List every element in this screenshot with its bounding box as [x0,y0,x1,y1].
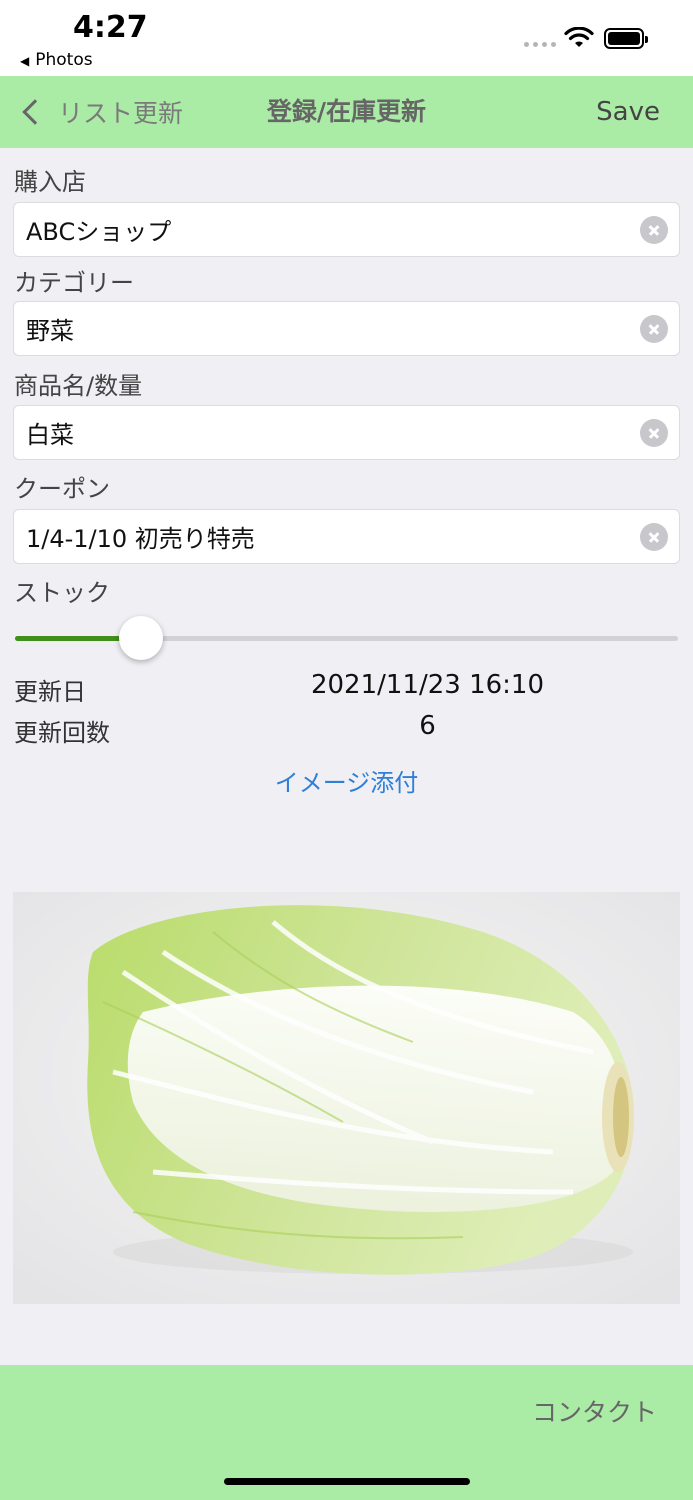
updated-date-label: 更新日 [14,678,86,706]
cellular-signal-icon [524,42,556,47]
updated-date-value: 2021/11/23 16:10 [310,670,545,700]
clear-coupon-icon[interactable] [640,522,668,551]
category-label: カテゴリー [14,269,134,297]
save-button[interactable]: Save [596,76,660,148]
category-field[interactable] [13,301,680,356]
home-indicator [224,1478,470,1485]
navigation-bar: リスト更新 登録/在庫更新 Save [0,76,693,148]
stock-label: ストック [14,579,110,607]
coupon-input[interactable] [26,522,640,551]
back-app-label: Photos [35,50,93,70]
clear-category-icon[interactable] [640,314,668,343]
clear-product-icon[interactable] [640,418,668,447]
clear-store-icon[interactable] [640,215,668,244]
store-field[interactable] [13,202,680,257]
back-triangle-icon: ◀ [20,54,30,68]
back-to-photos-link[interactable]: ◀ Photos [20,50,93,70]
slider-thumb[interactable] [118,616,163,660]
chevron-left-icon [22,99,48,125]
attach-image-link[interactable]: イメージ添付 [0,763,693,798]
update-count-label: 更新回数 [14,719,110,747]
coupon-label: クーポン [14,475,110,503]
update-count-value: 6 [419,711,436,741]
status-bar: 4:27 ◀ Photos [0,0,693,76]
battery-icon [604,28,648,49]
product-input[interactable] [26,418,640,447]
store-input[interactable] [26,215,640,244]
nav-back-label: リスト更新 [58,99,184,128]
stock-slider[interactable] [15,616,678,660]
status-time: 4:27 [73,10,148,45]
nav-back-button[interactable]: リスト更新 [18,76,183,148]
contact-button[interactable]: コンタクト [532,1393,657,1429]
store-label: 購入店 [14,168,86,196]
category-input[interactable] [26,314,640,343]
napa-cabbage-photo [13,892,680,1304]
cabbage-illustration [13,892,680,1304]
coupon-field[interactable] [13,509,680,564]
product-field[interactable] [13,405,680,460]
product-label: 商品名/数量 [14,372,143,400]
wifi-icon [564,27,594,47]
